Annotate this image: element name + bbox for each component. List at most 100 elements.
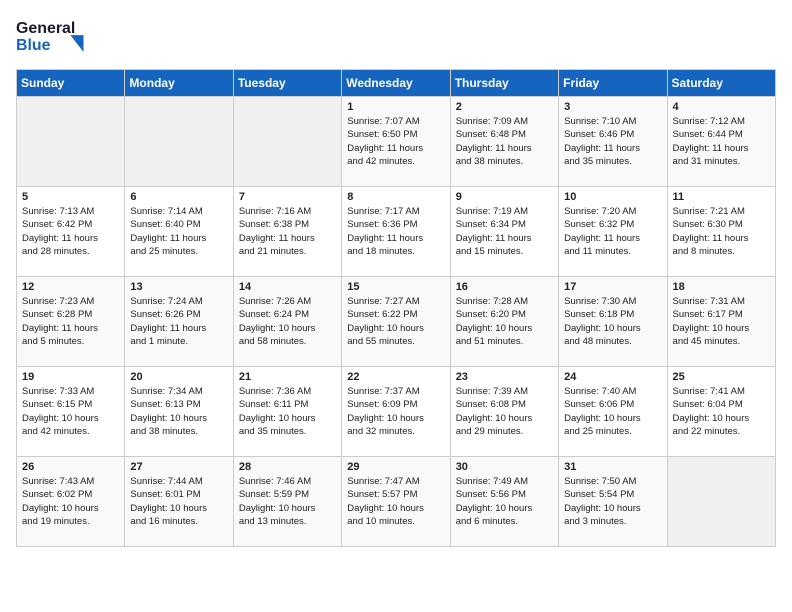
- calendar-cell: 26Sunrise: 7:43 AMSunset: 6:02 PMDayligh…: [17, 457, 125, 547]
- day-number: 25: [673, 371, 770, 383]
- calendar-cell: 20 Sunrise: 7:34 AMSunset: 6:13 PMDayligh…: [125, 367, 233, 457]
- day-number: 3: [564, 101, 661, 113]
- calendar-cell: 15 Sunrise: 7:27 AMSunset: 6:22 PMDayligh…: [342, 277, 450, 367]
- day-info: Sunrise: 7:40 AMSunset: 6:06 PMDaylight:…: [564, 385, 661, 438]
- calendar-cell: 9 Sunrise: 7:19 AMSunset: 6:34 PMDaylight…: [450, 187, 558, 277]
- calendar-table: SundayMondayTuesdayWednesdayThursdayFrid…: [16, 69, 776, 547]
- day-info: Sunrise: 7:13 AMSunset: 6:42 PMDaylight:…: [22, 205, 119, 258]
- calendar-cell: 5 Sunrise: 7:13 AMSunset: 6:42 PMDaylight…: [17, 187, 125, 277]
- day-info: Sunrise: 7:37 AMSunset: 6:09 PMDaylight:…: [347, 385, 444, 438]
- calendar-cell: 4 Sunrise: 7:12 AMSunset: 6:44 PMDaylight…: [667, 97, 775, 187]
- week-row-5: 26Sunrise: 7:43 AMSunset: 6:02 PMDayligh…: [17, 457, 776, 547]
- calendar-cell: 14 Sunrise: 7:26 AMSunset: 6:24 PMDayligh…: [233, 277, 341, 367]
- day-info: Sunrise: 7:49 AMSunset: 5:56 PMDaylight:…: [456, 475, 553, 528]
- day-info: Sunrise: 7:27 AMSunset: 6:22 PMDaylight:…: [347, 295, 444, 348]
- col-header-friday: Friday: [559, 70, 667, 97]
- day-number: 15: [347, 281, 444, 293]
- col-header-monday: Monday: [125, 70, 233, 97]
- calendar-cell: [125, 97, 233, 187]
- day-number: 5: [22, 191, 119, 203]
- day-info: Sunrise: 7:30 AMSunset: 6:18 PMDaylight:…: [564, 295, 661, 348]
- day-number: 9: [456, 191, 553, 203]
- calendar-cell: 2 Sunrise: 7:09 AMSunset: 6:48 PMDaylight…: [450, 97, 558, 187]
- week-row-3: 12 Sunrise: 7:23 AMSunset: 6:28 PMDayligh…: [17, 277, 776, 367]
- calendar-cell: 11Sunrise: 7:21 AMSunset: 6:30 PMDayligh…: [667, 187, 775, 277]
- day-info: Sunrise: 7:16 AMSunset: 6:38 PMDaylight:…: [239, 205, 336, 258]
- day-info: Sunrise: 7:17 AMSunset: 6:36 PMDaylight:…: [347, 205, 444, 258]
- day-number: 27: [130, 461, 227, 473]
- calendar-cell: 17 Sunrise: 7:30 AMSunset: 6:18 PMDayligh…: [559, 277, 667, 367]
- col-header-saturday: Saturday: [667, 70, 775, 97]
- calendar-cell: 28 Sunrise: 7:46 AMSunset: 5:59 PMDayligh…: [233, 457, 341, 547]
- day-info: Sunrise: 7:39 AMSunset: 6:08 PMDaylight:…: [456, 385, 553, 438]
- col-header-tuesday: Tuesday: [233, 70, 341, 97]
- day-number: 14: [239, 281, 336, 293]
- calendar-cell: 23 Sunrise: 7:39 AMSunset: 6:08 PMDayligh…: [450, 367, 558, 457]
- day-number: 21: [239, 371, 336, 383]
- day-number: 22: [347, 371, 444, 383]
- day-info: Sunrise: 7:10 AMSunset: 6:46 PMDaylight:…: [564, 115, 661, 168]
- svg-text:Blue: Blue: [16, 37, 51, 54]
- day-number: 4: [673, 101, 770, 113]
- calendar-cell: 8 Sunrise: 7:17 AMSunset: 6:36 PMDaylight…: [342, 187, 450, 277]
- week-row-1: 1 Sunrise: 7:07 AMSunset: 6:50 PMDaylight…: [17, 97, 776, 187]
- day-number: 23: [456, 371, 553, 383]
- day-number: 7: [239, 191, 336, 203]
- calendar-cell: 18Sunrise: 7:31 AMSunset: 6:17 PMDayligh…: [667, 277, 775, 367]
- day-number: 29: [347, 461, 444, 473]
- day-info: Sunrise: 7:26 AMSunset: 6:24 PMDaylight:…: [239, 295, 336, 348]
- calendar-cell: 7 Sunrise: 7:16 AMSunset: 6:38 PMDaylight…: [233, 187, 341, 277]
- day-info: Sunrise: 7:46 AMSunset: 5:59 PMDaylight:…: [239, 475, 336, 528]
- day-info: Sunrise: 7:50 AMSunset: 5:54 PMDaylight:…: [564, 475, 661, 528]
- day-info: Sunrise: 7:09 AMSunset: 6:48 PMDaylight:…: [456, 115, 553, 168]
- header-row: SundayMondayTuesdayWednesdayThursdayFrid…: [17, 70, 776, 97]
- logo: General Blue: [16, 16, 96, 61]
- day-info: Sunrise: 7:20 AMSunset: 6:32 PMDaylight:…: [564, 205, 661, 258]
- day-number: 30: [456, 461, 553, 473]
- day-number: 24: [564, 371, 661, 383]
- day-info: Sunrise: 7:07 AMSunset: 6:50 PMDaylight:…: [347, 115, 444, 168]
- day-number: 28: [239, 461, 336, 473]
- day-number: 8: [347, 191, 444, 203]
- day-info: Sunrise: 7:43 AMSunset: 6:02 PMDaylight:…: [22, 475, 119, 528]
- calendar-cell: 16 Sunrise: 7:28 AMSunset: 6:20 PMDayligh…: [450, 277, 558, 367]
- day-number: 16: [456, 281, 553, 293]
- day-info: Sunrise: 7:28 AMSunset: 6:20 PMDaylight:…: [456, 295, 553, 348]
- calendar-cell: 3 Sunrise: 7:10 AMSunset: 6:46 PMDaylight…: [559, 97, 667, 187]
- calendar-cell: 10Sunrise: 7:20 AMSunset: 6:32 PMDayligh…: [559, 187, 667, 277]
- day-number: 1: [347, 101, 444, 113]
- calendar-cell: 19 Sunrise: 7:33 AMSunset: 6:15 PMDayligh…: [17, 367, 125, 457]
- day-number: 12: [22, 281, 119, 293]
- day-info: Sunrise: 7:44 AMSunset: 6:01 PMDaylight:…: [130, 475, 227, 528]
- day-info: Sunrise: 7:19 AMSunset: 6:34 PMDaylight:…: [456, 205, 553, 258]
- col-header-wednesday: Wednesday: [342, 70, 450, 97]
- day-number: 20: [130, 371, 227, 383]
- day-info: Sunrise: 7:21 AMSunset: 6:30 PMDaylight:…: [673, 205, 770, 258]
- day-info: Sunrise: 7:24 AMSunset: 6:26 PMDaylight:…: [130, 295, 227, 348]
- calendar-cell: 31Sunrise: 7:50 AMSunset: 5:54 PMDayligh…: [559, 457, 667, 547]
- calendar-cell: [17, 97, 125, 187]
- calendar-cell: 1 Sunrise: 7:07 AMSunset: 6:50 PMDaylight…: [342, 97, 450, 187]
- day-info: Sunrise: 7:47 AMSunset: 5:57 PMDaylight:…: [347, 475, 444, 528]
- day-info: Sunrise: 7:23 AMSunset: 6:28 PMDaylight:…: [22, 295, 119, 348]
- day-info: Sunrise: 7:41 AMSunset: 6:04 PMDaylight:…: [673, 385, 770, 438]
- day-info: Sunrise: 7:33 AMSunset: 6:15 PMDaylight:…: [22, 385, 119, 438]
- day-number: 18: [673, 281, 770, 293]
- calendar-cell: 13 Sunrise: 7:24 AMSunset: 6:26 PMDayligh…: [125, 277, 233, 367]
- calendar-cell: 6Sunrise: 7:14 AMSunset: 6:40 PMDaylight…: [125, 187, 233, 277]
- day-info: Sunrise: 7:34 AMSunset: 6:13 PMDaylight:…: [130, 385, 227, 438]
- day-number: 19: [22, 371, 119, 383]
- day-info: Sunrise: 7:12 AMSunset: 6:44 PMDaylight:…: [673, 115, 770, 168]
- calendar-cell: 25 Sunrise: 7:41 AMSunset: 6:04 PMDayligh…: [667, 367, 775, 457]
- calendar-cell: [233, 97, 341, 187]
- calendar-cell: 21Sunrise: 7:36 AMSunset: 6:11 PMDayligh…: [233, 367, 341, 457]
- calendar-cell: 22 Sunrise: 7:37 AMSunset: 6:09 PMDayligh…: [342, 367, 450, 457]
- col-header-sunday: Sunday: [17, 70, 125, 97]
- day-number: 13: [130, 281, 227, 293]
- day-number: 17: [564, 281, 661, 293]
- day-info: Sunrise: 7:14 AMSunset: 6:40 PMDaylight:…: [130, 205, 227, 258]
- logo-svg: General Blue: [16, 16, 91, 56]
- calendar-cell: 27 Sunrise: 7:44 AMSunset: 6:01 PMDayligh…: [125, 457, 233, 547]
- day-number: 2: [456, 101, 553, 113]
- calendar-cell: 30 Sunrise: 7:49 AMSunset: 5:56 PMDayligh…: [450, 457, 558, 547]
